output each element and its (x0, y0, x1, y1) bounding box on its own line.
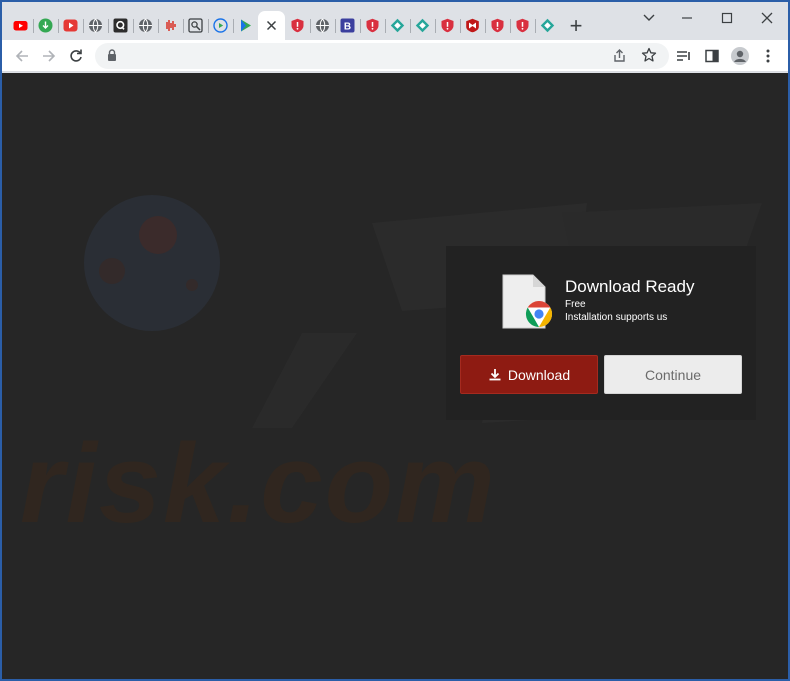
diamond-icon (390, 18, 405, 33)
shield-icon (291, 18, 304, 33)
svg-text:B: B (344, 21, 351, 32)
tab-list: B (8, 11, 560, 40)
address-bar[interactable] (95, 43, 669, 69)
share-icon[interactable] (612, 48, 627, 63)
continue-button-label: Continue (644, 366, 702, 383)
download-title: Download Ready (565, 277, 695, 296)
shield-icon (516, 18, 529, 33)
mcafee-icon (466, 18, 479, 33)
price-label: Free (565, 299, 586, 310)
shield-icon (441, 18, 454, 33)
shield-icon (491, 18, 504, 33)
download-panel: Download Ready Free Installation support… (446, 246, 756, 420)
menu-button[interactable] (756, 44, 780, 68)
back-button[interactable] (10, 44, 34, 68)
arrow-right-icon (43, 50, 56, 62)
support-text: Installation supports us (565, 312, 668, 323)
diamond-icon (415, 18, 430, 33)
diamond-icon (540, 18, 555, 33)
tab[interactable] (208, 11, 233, 40)
side-panel-button[interactable] (700, 44, 724, 68)
green-download-icon (38, 18, 53, 33)
red-play-icon (63, 19, 78, 32)
tab[interactable] (58, 11, 83, 40)
tab[interactable] (535, 11, 560, 40)
avatar-icon (731, 47, 749, 65)
tab[interactable] (183, 11, 208, 40)
profile-button[interactable] (728, 44, 752, 68)
close-icon[interactable] (264, 18, 279, 33)
chevron-down-icon (643, 14, 655, 21)
tab[interactable] (485, 11, 510, 40)
tab[interactable] (435, 11, 460, 40)
forward-button[interactable] (37, 44, 61, 68)
reading-list-button[interactable] (672, 44, 696, 68)
reading-list-icon (677, 51, 690, 61)
maximize-button[interactable] (717, 8, 737, 28)
tab[interactable] (108, 11, 133, 40)
globe-icon (316, 18, 329, 33)
download-button[interactable]: Download (460, 355, 598, 394)
reload-icon (70, 49, 82, 62)
b-icon: B (340, 18, 355, 33)
page-content: risk.com Download Ready Free Installatio… (2, 73, 788, 679)
download-button-label: Download (507, 366, 571, 383)
arrow-left-icon (15, 50, 28, 62)
kebab-menu-icon (766, 49, 770, 63)
download-icon (489, 368, 501, 380)
close-window-button[interactable] (757, 8, 777, 28)
tab-active[interactable] (258, 11, 285, 40)
play-triangle-icon (241, 19, 251, 32)
continue-button[interactable]: Continue (604, 355, 742, 394)
new-tab-button[interactable]: + (564, 14, 588, 38)
tab-strip: B + (2, 2, 788, 40)
tab[interactable] (410, 11, 435, 40)
minimize-button[interactable] (677, 8, 697, 28)
waveform-icon (166, 20, 176, 31)
youtube-icon (13, 21, 28, 31)
file-chrome-icon (502, 274, 553, 329)
tab[interactable] (83, 11, 108, 40)
lock-icon[interactable] (107, 49, 117, 62)
browser-toolbar (2, 40, 788, 72)
q-icon (113, 18, 128, 33)
side-panel-icon (705, 49, 719, 63)
tab[interactable]: B (335, 11, 360, 40)
minimize-icon (682, 17, 692, 19)
tab[interactable] (133, 11, 158, 40)
reload-button[interactable] (64, 44, 88, 68)
tab[interactable] (510, 11, 535, 40)
tab[interactable] (158, 11, 183, 40)
watermark-text: risk.com (20, 421, 497, 546)
maximize-icon (721, 12, 733, 24)
tab[interactable] (360, 11, 385, 40)
tab[interactable] (33, 11, 58, 40)
tab[interactable] (310, 11, 335, 40)
tab[interactable] (460, 11, 485, 40)
shield-icon (366, 18, 379, 33)
browser-window: B + risk.com Download Ready Free Install… (2, 2, 788, 679)
media-play-icon (213, 18, 228, 33)
tab[interactable] (233, 11, 258, 40)
tab[interactable] (385, 11, 410, 40)
tab[interactable] (285, 11, 310, 40)
close-icon (761, 12, 773, 24)
image-search-icon (188, 18, 203, 33)
globe-icon (89, 18, 102, 33)
globe-icon (139, 18, 152, 33)
bookmark-star-icon[interactable] (641, 47, 657, 63)
tab[interactable] (8, 11, 33, 40)
tab-search-button[interactable] (639, 8, 659, 28)
